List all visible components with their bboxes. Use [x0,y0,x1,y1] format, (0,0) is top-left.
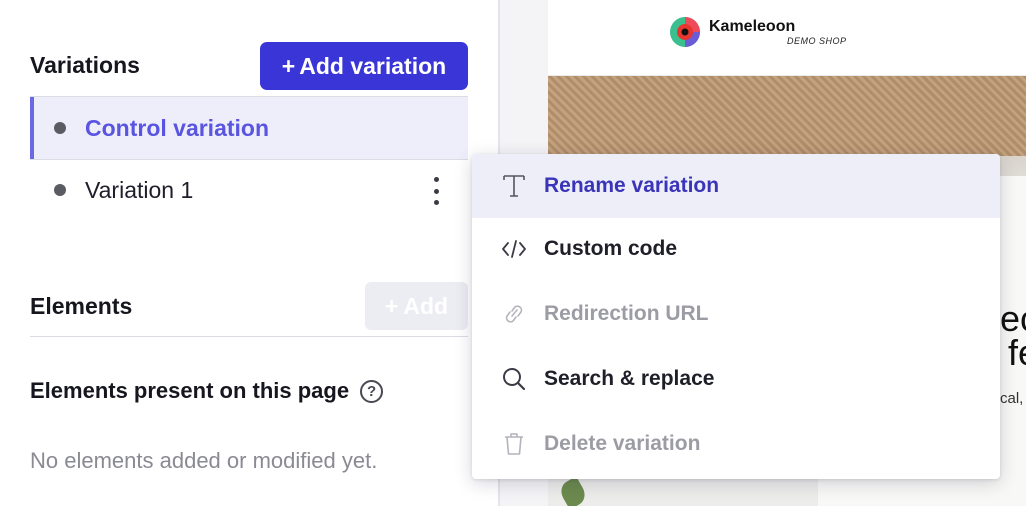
menu-item-search-replace[interactable]: Search & replace [472,347,1000,411]
brand-name: Kameleoon [709,17,796,35]
variation-item-control[interactable]: Control variation [30,97,468,159]
hero-heading-fragment: fe [1008,332,1026,373]
menu-item-redirection-url[interactable]: Redirection URL [472,282,1000,346]
trash-icon [500,430,528,458]
menu-item-label: Redirection URL [544,302,709,325]
kameleoon-logo-icon [670,17,700,47]
brand-subtitle: DEMO SHOP [787,35,847,46]
brand-logo[interactable]: Kameleoon DEMO SHOP [669,16,847,48]
menu-item-custom-code[interactable]: Custom code [472,217,1000,281]
menu-item-rename-variation[interactable]: Rename variation [472,154,1000,218]
variation-context-menu: Rename variation Custom code Redirection… [472,154,1000,479]
variation-dot-icon [54,122,66,134]
variation-label: Variation 1 [85,176,194,203]
hero-body-fragment: cal, [1000,390,1024,407]
menu-item-label: Delete variation [544,432,701,455]
link-icon [500,300,528,328]
search-icon [500,365,528,393]
plus-icon: + [281,52,296,79]
code-icon [500,235,528,263]
help-icon[interactable]: ? [360,379,384,403]
burlap-texture [548,76,1026,166]
variation-item-1[interactable]: Variation 1 [30,159,468,221]
more-options-icon[interactable] [428,177,444,205]
elements-present-heading: Elements present on this page ? [30,378,384,404]
empty-elements-message: No elements added or modified yet. [30,448,378,473]
add-element-button[interactable]: + Add [365,282,468,330]
editor-side-panel: Variations + Add variation Control varia… [0,0,498,506]
elements-title: Elements [30,293,133,319]
leaf-decoration [556,476,590,506]
add-element-label: Add [403,292,449,319]
divider [30,336,468,337]
variation-label: Control variation [85,114,270,141]
add-variation-label: Add variation [299,52,447,79]
menu-item-label: Custom code [544,237,678,260]
add-variation-button[interactable]: + Add variation [260,42,468,90]
variation-dot-icon [54,184,66,196]
variations-title: Variations [30,52,140,78]
menu-item-label: Rename variation [544,174,720,197]
elements-present-title: Elements present on this page [30,378,350,403]
site-header: Kameleoon DEMO SHOP [548,0,1026,76]
text-t-icon [500,172,528,200]
menu-item-delete-variation[interactable]: Delete variation [472,412,1000,476]
menu-item-label: Search & replace [544,367,715,390]
plus-icon: + [384,292,399,319]
